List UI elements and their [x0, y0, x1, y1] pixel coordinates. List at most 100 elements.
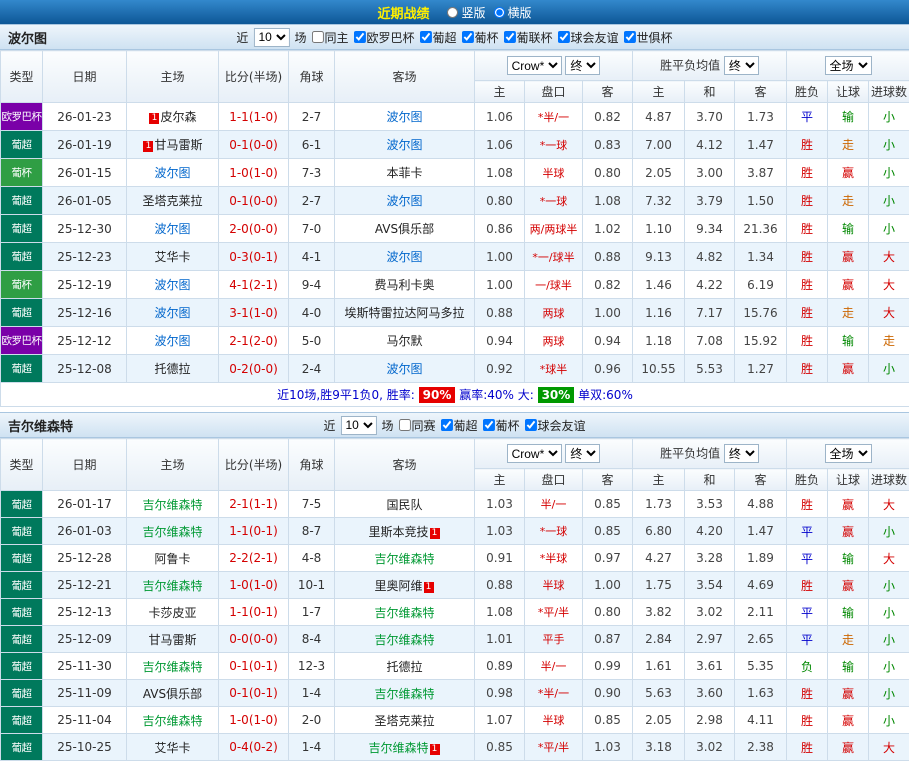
- team-cell[interactable]: AVS俱乐部: [335, 215, 475, 243]
- team-cell[interactable]: 波尔图: [127, 159, 219, 187]
- league-filter[interactable]: 葡联杯: [504, 29, 553, 46]
- score-cell[interactable]: 1-1(0-1): [219, 599, 289, 626]
- league-filter[interactable]: 同赛: [398, 417, 435, 434]
- team-link[interactable]: 圣塔克莱拉: [374, 714, 434, 728]
- team-cell[interactable]: 马尔默: [335, 327, 475, 355]
- team-cell[interactable]: 费马利卡奥: [335, 271, 475, 299]
- score-cell[interactable]: 0-1(0-0): [219, 131, 289, 159]
- team-cell[interactable]: 吉尔维森特: [127, 653, 219, 680]
- team-cell[interactable]: 圣塔克莱拉: [127, 187, 219, 215]
- team-cell[interactable]: 波尔图: [127, 327, 219, 355]
- league-filter[interactable]: 葡超: [419, 29, 456, 46]
- team-cell[interactable]: 国民队: [335, 491, 475, 518]
- league-filter[interactable]: 球会友谊: [558, 29, 619, 46]
- team-link[interactable]: 波尔图: [386, 110, 422, 124]
- horizontal-radio[interactable]: [494, 7, 505, 18]
- team-cell[interactable]: 吉尔维森特: [127, 707, 219, 734]
- team-cell[interactable]: 阿鲁卡: [127, 545, 219, 572]
- team-link[interactable]: 波尔图: [386, 194, 422, 208]
- score-cell[interactable]: 0-2(0-0): [219, 355, 289, 383]
- score-cell[interactable]: 0-1(0-1): [219, 653, 289, 680]
- league-filter-checkbox[interactable]: [483, 419, 495, 431]
- team-link[interactable]: 吉尔维森特: [142, 660, 202, 674]
- team-link[interactable]: 波尔图: [154, 222, 190, 236]
- team-link[interactable]: 波尔图: [154, 334, 190, 348]
- team-cell[interactable]: 里斯本竞技1: [335, 518, 475, 545]
- team-link[interactable]: 里斯本竞技: [368, 525, 428, 539]
- league-filter[interactable]: 葡杯: [462, 29, 499, 46]
- team-link[interactable]: 国民队: [386, 498, 422, 512]
- league-filter[interactable]: 欧罗巴杯: [353, 29, 414, 46]
- odds-final-select[interactable]: 终: [565, 444, 600, 463]
- team-cell[interactable]: 吉尔维森特: [127, 491, 219, 518]
- league-filter-checkbox[interactable]: [419, 31, 431, 43]
- team-link[interactable]: 艾华卡: [154, 250, 190, 264]
- vertical-radio[interactable]: [447, 7, 458, 18]
- score-cell[interactable]: 0-1(0-1): [219, 680, 289, 707]
- score-cell[interactable]: 1-1(1-0): [219, 103, 289, 131]
- team-link[interactable]: 波尔图: [386, 138, 422, 152]
- score-cell[interactable]: 0-0(0-0): [219, 626, 289, 653]
- team-link[interactable]: 波尔图: [154, 278, 190, 292]
- team-link[interactable]: AVS俱乐部: [375, 222, 434, 236]
- team-link[interactable]: 甘马雷斯: [148, 633, 196, 647]
- team-cell[interactable]: AVS俱乐部: [127, 680, 219, 707]
- league-filter[interactable]: 世俱杯: [624, 29, 673, 46]
- score-cell[interactable]: 2-2(2-1): [219, 545, 289, 572]
- team-link[interactable]: 卡莎皮亚: [148, 606, 196, 620]
- team-cell[interactable]: 1皮尔森: [127, 103, 219, 131]
- score-cell[interactable]: 0-4(0-2): [219, 734, 289, 761]
- team-link[interactable]: 圣塔克莱拉: [142, 194, 202, 208]
- score-cell[interactable]: 2-0(0-0): [219, 215, 289, 243]
- team-cell[interactable]: 波尔图: [335, 355, 475, 383]
- team-link[interactable]: 吉尔维森特: [374, 552, 434, 566]
- team-link[interactable]: 甘马雷斯: [154, 138, 202, 152]
- team-link[interactable]: 波尔图: [386, 250, 422, 264]
- team-cell[interactable]: 波尔图: [127, 299, 219, 327]
- team-cell[interactable]: 波尔图: [335, 243, 475, 271]
- team-link[interactable]: 吉尔维森特: [374, 687, 434, 701]
- team-cell[interactable]: 吉尔维森特: [335, 599, 475, 626]
- team-link[interactable]: 艾华卡: [154, 741, 190, 755]
- team-cell[interactable]: 波尔图: [127, 215, 219, 243]
- score-cell[interactable]: 1-0(1-0): [219, 707, 289, 734]
- score-cell[interactable]: 1-0(1-0): [219, 159, 289, 187]
- team-link[interactable]: 吉尔维森特: [368, 741, 428, 755]
- team-link[interactable]: 吉尔维森特: [142, 579, 202, 593]
- league-filter[interactable]: 球会友谊: [525, 417, 586, 434]
- team-cell[interactable]: 吉尔维森特: [335, 680, 475, 707]
- team-cell[interactable]: 吉尔维森特1: [335, 734, 475, 761]
- team-link[interactable]: AVS俱乐部: [143, 687, 202, 701]
- team-link[interactable]: 波尔图: [386, 362, 422, 376]
- team-cell[interactable]: 艾华卡: [127, 734, 219, 761]
- layout-vertical-option[interactable]: 竖版: [447, 4, 485, 21]
- recent-count-select[interactable]: 10: [340, 416, 376, 435]
- fulltime-select[interactable]: 全场: [825, 56, 872, 75]
- team-cell[interactable]: 吉尔维森特: [335, 545, 475, 572]
- score-cell[interactable]: 2-1(2-0): [219, 327, 289, 355]
- league-filter-checkbox[interactable]: [353, 31, 365, 43]
- score-cell[interactable]: 4-1(2-1): [219, 271, 289, 299]
- team-link[interactable]: 本菲卡: [386, 166, 422, 180]
- team-cell[interactable]: 甘马雷斯: [127, 626, 219, 653]
- team-link[interactable]: 波尔图: [154, 306, 190, 320]
- league-filter-checkbox[interactable]: [398, 419, 410, 431]
- team-cell[interactable]: 波尔图: [335, 187, 475, 215]
- team-link[interactable]: 托德拉: [386, 660, 422, 674]
- team-cell[interactable]: 本菲卡: [335, 159, 475, 187]
- odds-company-select[interactable]: Crow*: [507, 56, 562, 75]
- team-cell[interactable]: 波尔图: [127, 271, 219, 299]
- team-cell[interactable]: 托德拉: [127, 355, 219, 383]
- team-link[interactable]: 吉尔维森特: [374, 633, 434, 647]
- recent-count-select[interactable]: 10: [253, 28, 289, 47]
- team-cell[interactable]: 艾华卡: [127, 243, 219, 271]
- score-cell[interactable]: 1-0(1-0): [219, 572, 289, 599]
- team-link[interactable]: 费马利卡奥: [374, 278, 434, 292]
- layout-horizontal-option[interactable]: 横版: [494, 4, 532, 21]
- league-filter-checkbox[interactable]: [441, 419, 453, 431]
- team-cell[interactable]: 吉尔维森特: [127, 518, 219, 545]
- league-filter-checkbox[interactable]: [624, 31, 636, 43]
- team-cell[interactable]: 里奥阿维1: [335, 572, 475, 599]
- team-cell[interactable]: 圣塔克莱拉: [335, 707, 475, 734]
- team-cell[interactable]: 波尔图: [335, 131, 475, 159]
